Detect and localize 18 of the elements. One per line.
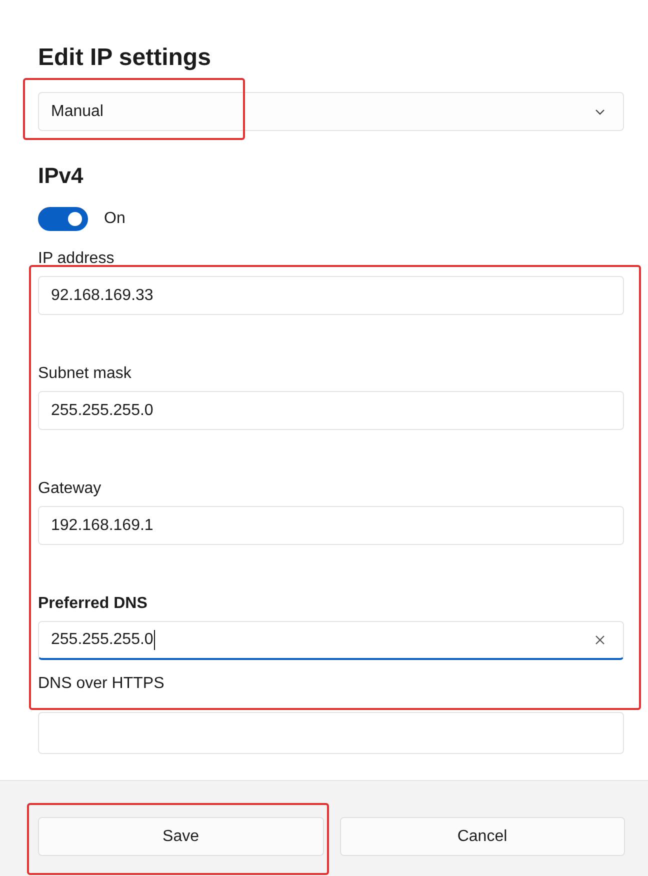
field-label: IP address	[38, 249, 116, 269]
dialog-button[interactable]: Save	[38, 817, 324, 856]
field-label: Gateway	[38, 479, 102, 499]
field-label: Subnet mask	[38, 364, 132, 384]
dialog-button[interactable]: Cancel	[340, 817, 625, 856]
input-field[interactable]: 192.168.169.1	[38, 506, 624, 545]
dialog-title: Edit IP settings	[38, 44, 212, 73]
field-label: Preferred DNS	[38, 594, 148, 614]
mode-dropdown[interactable]: Manual	[38, 92, 624, 131]
input-field[interactable]: 92.168.169.33	[38, 276, 624, 315]
toggle-switch[interactable]	[38, 207, 88, 231]
field-label: DNS over HTTPS	[38, 674, 166, 694]
toggle-label: On	[104, 210, 126, 228]
clear-icon[interactable]	[595, 635, 605, 645]
input-field[interactable]: 255.255.255.0	[38, 391, 624, 430]
section-heading: IPv4	[38, 163, 84, 190]
input-field[interactable]: 255.255.255.0	[38, 621, 624, 660]
chevron-down-icon	[595, 108, 605, 114]
